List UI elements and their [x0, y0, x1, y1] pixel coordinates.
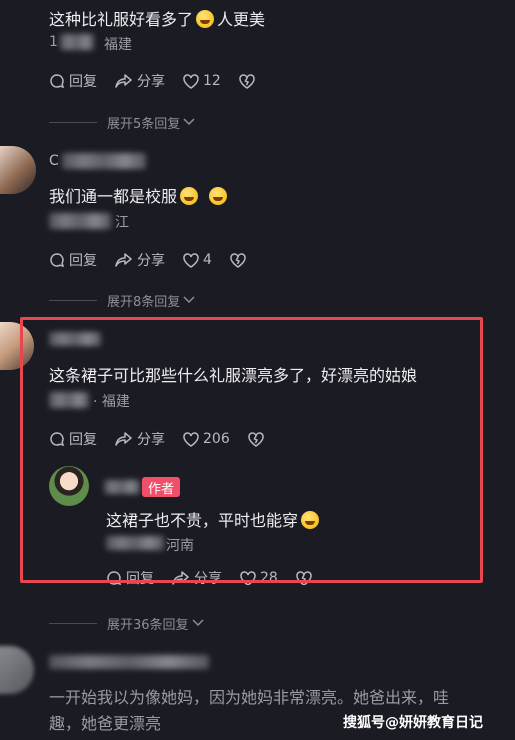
comment-1-meta: 1	[49, 34, 58, 50]
dislike-button[interactable]	[230, 252, 250, 268]
like-button[interactable]: 12	[183, 73, 221, 89]
reply-button[interactable]: 回复	[49, 71, 97, 91]
user-avatar[interactable]	[0, 646, 34, 694]
divider-line	[49, 121, 97, 123]
comment-1-actions: 回复 分享 12	[49, 70, 277, 92]
blurred-time	[49, 213, 111, 229]
comment-2-username[interactable]: C	[49, 153, 59, 169]
blurred-username	[62, 153, 146, 169]
blurred-username	[49, 655, 209, 669]
comment-1-text: 这种比礼服好看多了 人更美	[49, 10, 266, 29]
comment-1-location: 福建	[104, 37, 132, 53]
expand-replies-3[interactable]: 展开36条回复	[49, 614, 204, 633]
comment-2-actions: 回复 分享 4	[49, 249, 268, 271]
broken-heart-icon	[239, 73, 255, 89]
broken-heart-icon	[230, 252, 246, 268]
heart-icon	[183, 73, 199, 89]
expand-replies-1[interactable]: 展开5条回复	[49, 113, 195, 132]
share-arrow-icon	[115, 253, 132, 267]
share-arrow-icon	[115, 74, 132, 88]
divider-line	[49, 299, 97, 301]
comment-4-text-line-2: 趣，她爸更漂亮	[49, 714, 162, 733]
share-button[interactable]: 分享	[115, 250, 165, 270]
comment-2-text: 我们通一都是校服	[49, 183, 230, 207]
share-button[interactable]: 分享	[115, 71, 165, 91]
comment-2-location: 江	[115, 215, 129, 231]
expand-replies-2[interactable]: 展开8条回复	[49, 291, 195, 310]
dislike-button[interactable]	[239, 73, 259, 89]
smile-emoji-icon	[180, 187, 199, 205]
grin-emoji-icon	[196, 10, 215, 28]
comment-4-text-line-1: 一开始我以为像她妈，因为她妈非常漂亮。她爸出来，哇	[49, 688, 450, 707]
user-avatar[interactable]	[0, 146, 36, 194]
chevron-down-icon	[183, 296, 195, 304]
highlight-frame	[20, 317, 483, 583]
comment-bubble-icon	[50, 74, 65, 89]
like-button[interactable]: 4	[183, 252, 212, 268]
comment-page: 这种比礼服好看多了 人更美 1 福建 回复 分享 12 展开5条回复 C 我们通一…	[0, 0, 515, 740]
reply-button[interactable]: 回复	[49, 250, 97, 270]
comment-bubble-icon	[50, 253, 65, 268]
watermark: 搜狐号@妍妍教育日记	[343, 715, 483, 731]
blurred-time	[60, 34, 94, 50]
heart-icon	[183, 252, 199, 268]
chevron-down-icon	[183, 118, 195, 126]
chevron-down-icon	[192, 619, 204, 627]
smile-emoji-icon	[209, 187, 228, 205]
divider-line	[49, 622, 97, 624]
